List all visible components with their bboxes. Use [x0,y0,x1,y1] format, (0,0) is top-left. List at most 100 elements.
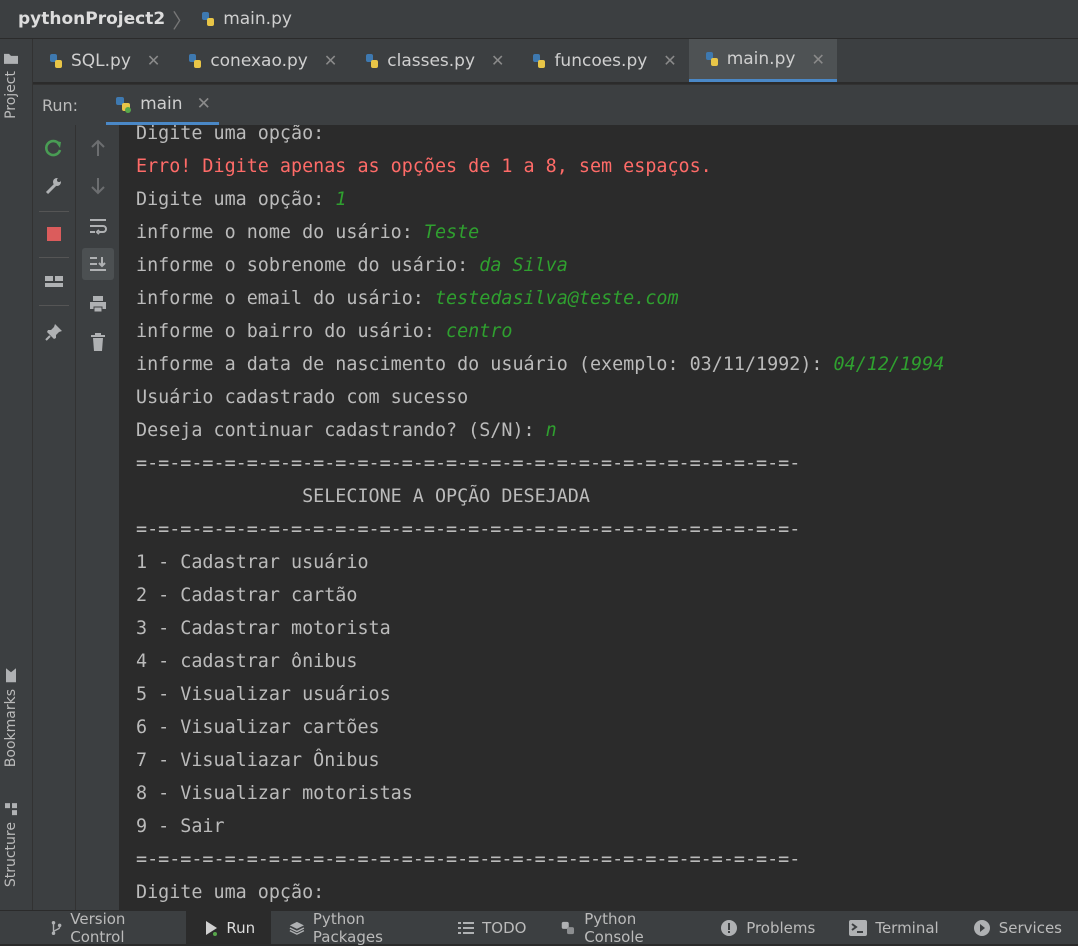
services-label: Services [998,918,1062,937]
console-menu-option: 4 - cadastrar ônibus [136,651,358,672]
console-line: Deseja continuar cadastrando? (S/N): n [136,420,557,441]
navigation-bar: pythonProject2 〉 main.py [0,0,1078,39]
terminal-button[interactable]: Terminal [831,911,954,944]
user-input: 04/12/1994 [833,354,945,375]
close-icon[interactable]: ✕ [147,51,160,70]
terminal-label: Terminal [875,918,939,937]
close-icon[interactable]: ✕ [811,50,824,69]
console-error-line: Erro! Digite apenas as opções de 1 a 8, … [136,156,712,177]
run-panel-label: Run: [42,95,79,115]
trash-icon[interactable] [83,327,113,357]
tab-funcoes-py[interactable]: funcoes.py ✕ [516,39,688,82]
python-file-icon [50,53,62,68]
close-icon[interactable]: ✕ [663,51,676,70]
console-menu-option: 1 - Cadastrar usuário [136,552,369,573]
version-control-label: Version Control [70,909,126,946]
services-button[interactable]: Services [955,911,1078,944]
console-menu-option: 9 - Sair [136,816,225,837]
services-icon [973,919,990,936]
project-label: Project [3,71,19,119]
console-prompt-line: Digite uma opção: [136,882,325,903]
breadcrumb-file[interactable]: main.py [199,9,292,29]
run-button[interactable]: Run [186,911,272,944]
bookmark-icon [6,668,16,682]
run-panel-header: Run: main ✕ [33,84,1078,125]
tab-conexao-py[interactable]: conexao.py ✕ [172,39,349,82]
structure-icon [5,803,17,815]
tab-label: classes.py [387,50,476,71]
close-icon[interactable]: ✕ [197,94,211,114]
python-file-icon [202,12,215,26]
project-tool-button[interactable]: Project [3,51,19,119]
toolbar-divider [39,211,69,212]
console-divider-line: =-=-=-=-=-=-=-=-=-=-=-=-=-=-=-=-=-=-=-=-… [136,519,801,540]
user-input: da Silva [479,255,568,276]
tab-label: SQL.py [71,50,131,71]
run-toolbar-primary [33,125,76,910]
python-file-icon [533,53,546,68]
wrench-icon[interactable] [39,171,69,201]
run-icon [206,920,218,936]
problems-label: Problems [746,918,816,937]
todo-label: TODO [482,918,527,937]
problems-button[interactable]: Problems [702,911,831,944]
close-icon[interactable]: ✕ [324,51,337,70]
console-output[interactable]: Digite uma opção: Erro! Digite apenas as… [120,125,1078,910]
console-menu-option: 3 - Cadastrar motorista [136,618,391,639]
python-packages-label: Python Packages [312,909,383,946]
todo-button[interactable]: TODO [440,911,542,944]
console-menu-option: 8 - Visualizar motoristas [136,783,413,804]
tab-main-py[interactable]: main.py ✕ [688,39,837,82]
tab-sql-py[interactable]: SQL.py ✕ [33,39,172,82]
soft-wrap-icon[interactable] [83,211,113,241]
python-packages-button[interactable]: Python Packages [271,909,440,946]
console-menu-title: SELECIONE A OPÇÃO DESEJADA [136,486,590,507]
breadcrumb-project[interactable]: pythonProject2 [18,9,165,29]
run-toolbar-secondary [76,125,119,910]
run-label: Run [226,918,256,937]
console-menu-option: 5 - Visualizar usuários [136,684,391,705]
user-input: testedasilva@teste.com [434,288,679,309]
bookmarks-tool-button[interactable]: Bookmarks [3,667,19,767]
tab-label: main.py [726,49,796,69]
console-divider-line: =-=-=-=-=-=-=-=-=-=-=-=-=-=-=-=-=-=-=-=-… [136,849,801,870]
python-file-icon [705,52,718,66]
arrow-up-icon[interactable] [83,133,113,163]
rerun-icon[interactable] [39,133,69,163]
layers-icon [289,921,305,935]
structure-label: Structure [3,822,19,888]
tab-label: funcoes.py [554,50,648,71]
python-console-button[interactable]: Python Console [542,909,702,946]
left-tool-strip: Project Bookmarks Structure [0,39,33,910]
breadcrumb-file-label: main.py [223,9,292,29]
close-icon[interactable]: ✕ [491,51,504,70]
tab-classes-py[interactable]: classes.py ✕ [349,39,516,82]
scroll-to-end-icon[interactable] [82,248,114,280]
console-menu-option: 2 - Cadastrar cartão [136,585,358,606]
structure-tool-button[interactable]: Structure [3,802,19,887]
console-line: informe o nome do usário: Teste [136,222,480,243]
folder-icon [4,54,18,64]
arrow-down-icon[interactable] [83,171,113,201]
layout-icon[interactable] [39,267,69,297]
version-control-icon [51,920,62,935]
editor-tabs: SQL.py ✕ conexao.py ✕ classes.py ✕ funco… [33,39,1078,82]
python-console-label: Python Console [584,909,644,946]
run-tab-main[interactable]: main ✕ [106,85,219,125]
stop-icon[interactable] [39,219,69,249]
console-menu-option: 6 - Visualizar cartões [136,717,380,738]
console-menu-option: 7 - Visualiazar Ônibus [136,750,380,771]
user-input: n [545,420,557,441]
terminal-icon [849,919,868,936]
python-icon [562,921,575,934]
version-control-button[interactable]: Version Control [0,909,186,946]
python-file-icon [189,53,202,68]
python-run-config-icon [116,96,132,113]
pin-icon[interactable] [39,317,69,347]
print-icon[interactable] [83,289,113,319]
console-line: informe o bairro do usário: centro [136,321,513,342]
tab-label: conexao.py [210,50,308,71]
console-line: Digite uma opção: [136,125,325,144]
problems-icon [721,919,738,936]
toolbar-divider [39,257,69,258]
